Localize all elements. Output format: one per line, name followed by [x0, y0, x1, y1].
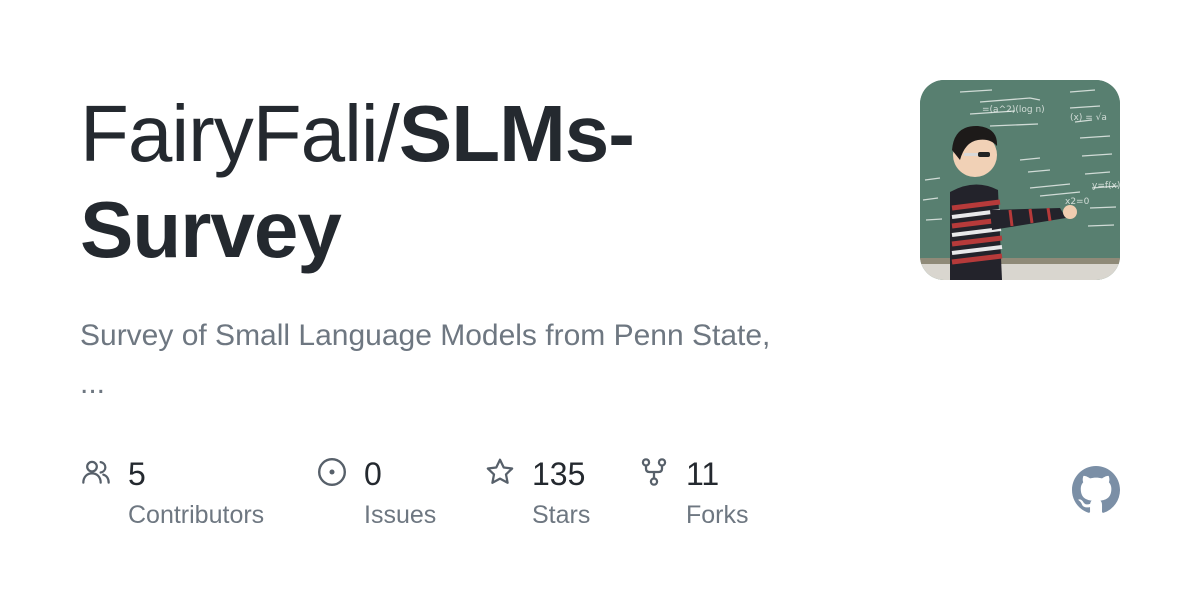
- repo-forked-icon: [641, 458, 667, 486]
- github-mark-icon[interactable]: [1072, 466, 1120, 514]
- star-icon: [486, 458, 514, 484]
- issues-label: Issues: [364, 501, 437, 529]
- owner-avatar: =(a^2)(log n) (x) = √a y=f(x) x2=0: [920, 80, 1120, 280]
- stat-forks[interactable]: 11 Forks: [638, 456, 768, 536]
- repo-owner: FairyFali/: [80, 89, 400, 178]
- avatar-image: =(a^2)(log n) (x) = √a y=f(x) x2=0: [920, 80, 1120, 280]
- forks-label: Forks: [686, 501, 749, 529]
- contributors-count: 5: [128, 456, 146, 492]
- repo-description: Survey of Small Language Models from Pen…: [80, 312, 880, 408]
- contributors-label: Contributors: [128, 501, 265, 529]
- repo-description-text: Survey of Small Language Models from Pen…: [80, 319, 771, 352]
- stat-stars[interactable]: 135 Stars: [484, 456, 614, 536]
- board-text-3: y=f(x): [1092, 181, 1120, 191]
- stat-issues[interactable]: 0 Issues: [316, 456, 456, 536]
- stat-contributors[interactable]: 5 Contributors: [80, 456, 280, 536]
- repo-description-more: ...: [80, 367, 106, 400]
- stars-count: 135: [532, 456, 586, 492]
- board-text-1: =(a^2)(log n): [982, 105, 1045, 115]
- stars-label: Stars: [532, 501, 591, 529]
- board-text-2: (x) = √a: [1070, 112, 1107, 123]
- issues-count: 0: [364, 456, 382, 492]
- repo-title: FairyFali/SLMs-Survey: [80, 86, 880, 278]
- people-icon: [82, 460, 110, 484]
- forks-count: 11: [686, 456, 720, 492]
- issue-opened-icon: [317, 457, 347, 487]
